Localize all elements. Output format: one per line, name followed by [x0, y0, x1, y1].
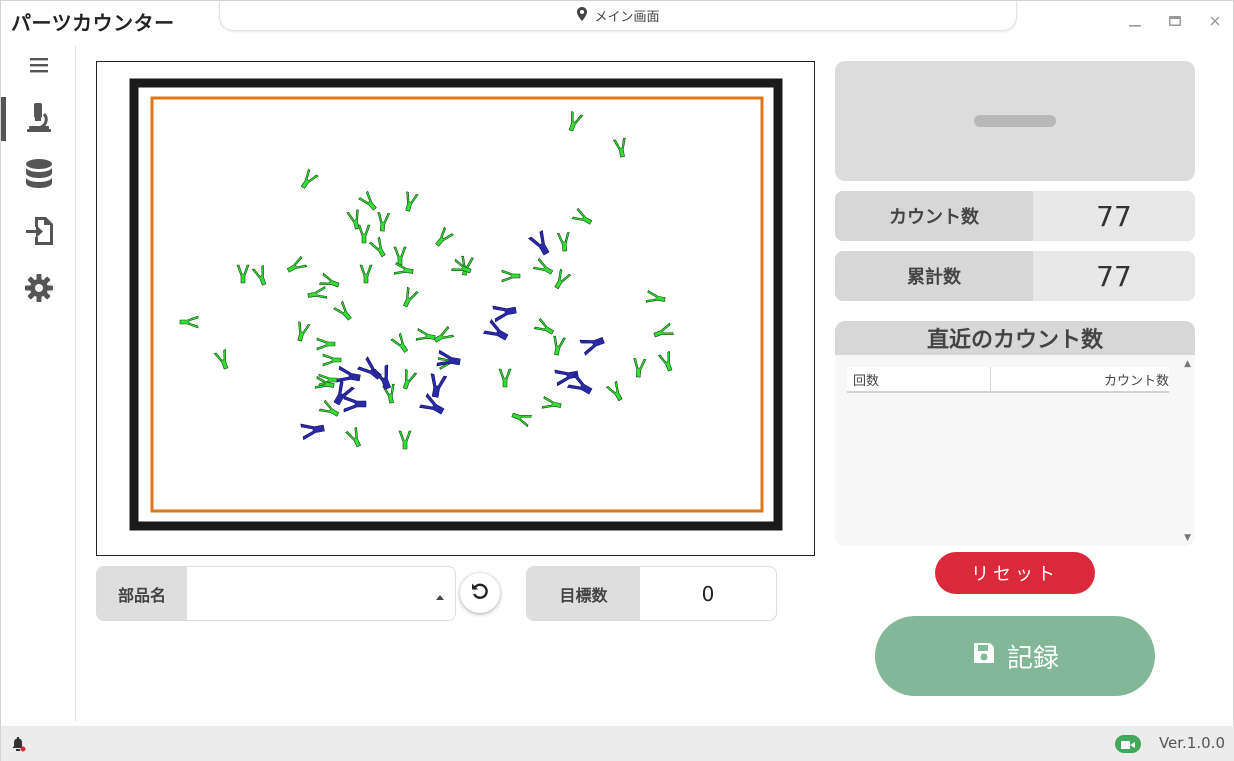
scroll-down-arrow-icon[interactable]: ▼ — [1184, 533, 1191, 543]
sidebar-item-import[interactable] — [1, 211, 76, 255]
record-label: 記録 — [1006, 643, 1059, 674]
count-label: カウント数 — [835, 191, 1033, 241]
minimize-button[interactable] — [1123, 9, 1147, 33]
count-row: カウント数 77 — [835, 191, 1195, 241]
column-header-round[interactable]: 回数 — [847, 367, 991, 391]
sidebar-item-database[interactable] — [1, 154, 76, 198]
recent-counts-table-header: 回数 カウント数 — [847, 367, 1169, 393]
app-window: パーツカウンター メイン画面 部品名 目標数 0 カウント数 77 累計数 77… — [0, 0, 1234, 761]
target-count-group: 目標数 0 — [526, 566, 777, 621]
map-pin-icon — [576, 6, 588, 25]
scroll-up-arrow-icon[interactable]: ▲ — [1184, 359, 1191, 369]
close-button[interactable] — [1203, 9, 1227, 33]
count-value: 77 — [1033, 191, 1195, 241]
total-row: 累計数 77 — [835, 251, 1195, 301]
maximize-button[interactable] — [1163, 9, 1187, 33]
location-label: メイン画面 — [594, 10, 660, 25]
recent-counts-panel: 直近のカウント数 回数 カウント数 ▲ ▼ — [835, 321, 1195, 546]
sidebar-item-settings[interactable] — [1, 268, 76, 312]
record-button[interactable]: 記録 — [875, 616, 1155, 696]
total-label: 累計数 — [835, 251, 1033, 301]
menu-button[interactable] — [1, 45, 76, 89]
target-count-input[interactable]: 0 — [640, 567, 776, 620]
part-name-group: 部品名 — [96, 566, 456, 621]
database-icon — [24, 158, 54, 194]
gear-icon — [24, 273, 54, 307]
hamburger-icon — [29, 56, 49, 78]
app-title: パーツカウンター — [11, 11, 175, 35]
target-count-label: 目標数 — [527, 567, 640, 620]
refresh-icon — [470, 581, 490, 605]
status-bar: Ver.1.0.0 — [1, 726, 1234, 761]
placeholder-bar — [974, 115, 1056, 127]
preview-card — [835, 61, 1195, 181]
recent-counts-title: 直近のカウント数 — [835, 321, 1195, 355]
import-icon — [24, 215, 54, 251]
camera-status-indicator — [1115, 735, 1141, 753]
version-label: Ver.1.0.0 — [1158, 734, 1225, 752]
column-header-count[interactable]: カウント数 — [991, 367, 1169, 391]
microscope-icon — [23, 101, 55, 137]
tray-outer-border — [129, 78, 783, 531]
notification-bell-icon[interactable] — [10, 736, 26, 756]
camera-view — [96, 61, 815, 556]
location-indicator: メイン画面 — [219, 1, 1017, 31]
dropdown-arrow-icon — [435, 582, 445, 606]
save-icon — [971, 640, 997, 673]
sidebar — [1, 45, 76, 721]
sidebar-item-inspection[interactable] — [1, 97, 76, 141]
camera-image — [97, 62, 814, 555]
video-camera-icon — [1121, 735, 1135, 754]
reset-button[interactable]: リセット — [935, 552, 1095, 594]
title-bar: パーツカウンター メイン画面 — [1, 1, 1234, 39]
part-name-select[interactable] — [187, 567, 455, 620]
refresh-button[interactable] — [460, 573, 500, 613]
part-name-label: 部品名 — [97, 567, 187, 620]
total-value: 77 — [1033, 251, 1195, 301]
